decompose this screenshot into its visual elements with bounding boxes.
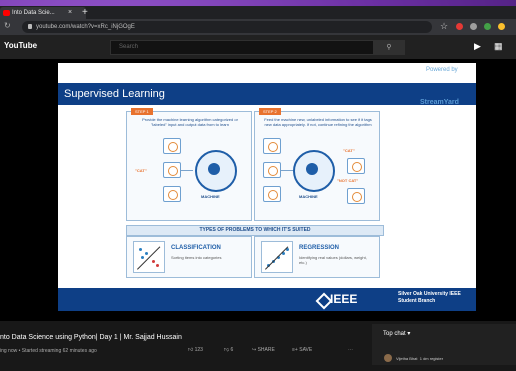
cat-image	[163, 186, 181, 202]
slide: Powered by Supervised Learning StreamYar…	[58, 63, 476, 311]
streamyard-watermark: StreamYard	[420, 99, 459, 106]
extension-icon[interactable]	[456, 23, 463, 30]
cat-image	[263, 162, 281, 178]
slide-footer: IEEE Silver Oak University IEEE Student …	[58, 288, 476, 311]
more-actions-button[interactable]: ⋯	[348, 347, 353, 353]
apps-grid-icon[interactable]: ▦	[494, 41, 503, 52]
classification-text: Sorting items into categories	[171, 255, 222, 260]
regression-text: Identifying real values (dollars, weight…	[299, 255, 367, 265]
classification-chart-icon	[133, 241, 165, 273]
machine-icon	[195, 150, 237, 192]
tab-title: Into Data Scie...	[12, 10, 55, 16]
machine-label: MACHINE	[201, 194, 220, 199]
chevron-down-icon: ▾	[407, 331, 411, 337]
extension-icon[interactable]	[498, 23, 505, 30]
browser-window: Into Data Scie... × + ↻ youtube.com/watc…	[0, 6, 516, 371]
chat-text: 1 dm register	[419, 356, 444, 361]
cat-image	[163, 138, 181, 154]
dislike-button[interactable]: 👎︎ 6	[224, 347, 233, 353]
machine-icon	[293, 150, 335, 192]
cat-image	[347, 158, 365, 174]
video-meta: ing now • Started streaming 62 minutes a…	[0, 348, 97, 354]
chat-header-label: Top chat	[383, 331, 406, 337]
youtube-header: YouTube Search ⚲ ▶ ▦	[0, 35, 516, 59]
like-button[interactable]: 👍︎ 123	[188, 347, 203, 353]
tab-bar: Into Data Scie... × +	[0, 6, 516, 19]
extension-icon[interactable]	[484, 23, 491, 30]
share-label: SHARE	[257, 347, 275, 353]
reload-icon[interactable]: ↻	[4, 21, 11, 30]
chat-author: Vijetha Bhat	[396, 356, 418, 361]
youtube-favicon-icon	[3, 10, 10, 16]
search-icon: ⚲	[386, 44, 392, 51]
new-tab-button[interactable]: +	[82, 6, 88, 19]
cat-image	[263, 138, 281, 154]
cat-label: "CAT"	[343, 148, 355, 153]
share-button[interactable]: ↪ SHARE	[252, 347, 275, 353]
not-cat-label: "NOT CAT"	[337, 178, 359, 183]
cat-image	[263, 186, 281, 202]
classification-box: CLASSIFICATION Sorting items into catego…	[126, 236, 252, 278]
step1-panel: STEP 1 Provide the machine learning algo…	[126, 108, 252, 221]
arrow	[181, 170, 193, 171]
ieee-text: IEEE	[330, 292, 358, 306]
dislike-count: 6	[230, 347, 234, 353]
create-video-icon[interactable]: ▶	[474, 41, 481, 52]
machine-label: MACHINE	[299, 194, 318, 199]
browser-tab[interactable]: Into Data Scie... ×	[0, 7, 86, 19]
dog-image	[347, 188, 365, 204]
save-label: SAVE	[299, 347, 313, 353]
cat-image	[163, 162, 181, 178]
thumbs-up-icon: 👍︎	[188, 347, 194, 353]
slide-title: Supervised Learning	[64, 88, 165, 100]
live-chat-panel: Top chat ▾ Vijetha Bhat 1 dm register	[372, 324, 516, 365]
regression-box: REGRESSION Identifying real values (doll…	[254, 236, 380, 278]
address-bar: ↻ youtube.com/watch?v=xRc_iNjGOgE ☆	[0, 19, 516, 35]
arrow	[281, 170, 293, 171]
step1-text: Provide the machine learning algorithm c…	[142, 117, 238, 127]
search-placeholder: Search	[119, 44, 139, 50]
types-header-text: TYPES OF PROBLEMS TO WHICH IT'S SUITED	[199, 227, 311, 233]
step2-panel: STEP 2 Feed the machine new, unlabeled i…	[254, 108, 380, 221]
share-icon: ↪	[252, 347, 257, 353]
types-header: TYPES OF PROBLEMS TO WHICH IT'S SUITED	[126, 225, 384, 236]
step2-badge: STEP 2	[259, 108, 281, 115]
chat-message: Vijetha Bhat 1 dm register	[396, 356, 443, 361]
slide-header: Supervised Learning	[58, 83, 476, 105]
university-text: Silver Oak University IEEE Student Branc…	[398, 291, 461, 304]
cat-label: "CAT"	[135, 168, 147, 173]
save-icon: ≡+	[292, 347, 298, 353]
search-button[interactable]: ⚲	[373, 40, 405, 55]
step2-text: Feed the machine new, unlabeled informat…	[264, 117, 372, 127]
youtube-logo[interactable]: YouTube	[4, 41, 37, 50]
url-text[interactable]: youtube.com/watch?v=xRc_iNjGOgE	[36, 21, 135, 33]
thumbs-down-icon: 👎︎	[224, 347, 230, 353]
omnibox[interactable]: youtube.com/watch?v=xRc_iNjGOgE	[22, 21, 432, 33]
save-button[interactable]: ≡+ SAVE	[292, 347, 312, 353]
chat-header[interactable]: Top chat ▾	[383, 330, 410, 337]
search-input[interactable]: Search	[110, 40, 374, 55]
regression-title: REGRESSION	[299, 245, 340, 251]
like-count: 123	[194, 347, 203, 353]
video-player[interactable]: Powered by Supervised Learning StreamYar…	[0, 59, 516, 321]
tab-close-icon[interactable]: ×	[68, 7, 72, 19]
extension-icon[interactable]	[470, 23, 477, 30]
step1-badge: STEP 1	[131, 108, 153, 115]
regression-chart-icon	[261, 241, 293, 273]
classification-title: CLASSIFICATION	[171, 245, 221, 251]
lock-icon	[28, 24, 32, 29]
powered-by-label: Powered by	[426, 67, 458, 73]
bookmark-star-icon[interactable]: ☆	[440, 21, 448, 32]
avatar	[384, 354, 392, 362]
video-title: nto Data Science using Python| Day 1 | M…	[0, 334, 182, 341]
